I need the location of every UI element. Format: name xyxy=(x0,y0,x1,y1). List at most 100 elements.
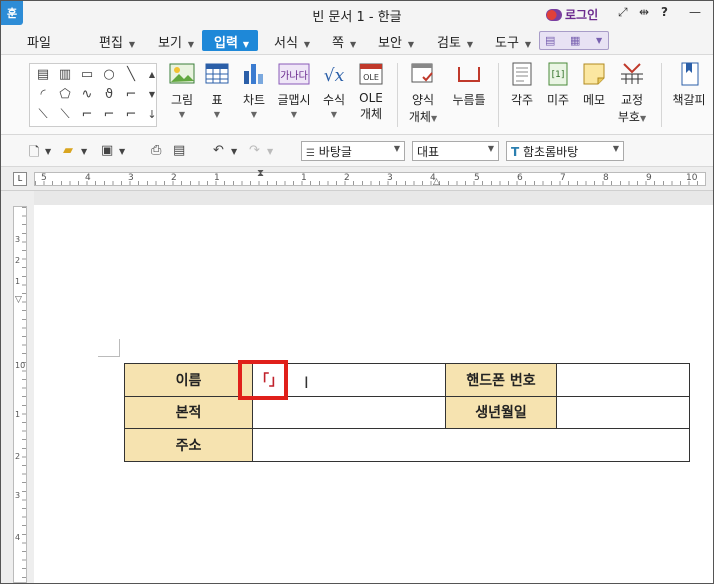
connector-elbow3-icon[interactable]: ⌐ xyxy=(122,108,140,122)
table-cell-phone-value[interactable] xyxy=(556,363,690,397)
insert-press-frame-button[interactable]: 누름틀 xyxy=(449,61,489,108)
polygon-icon[interactable]: ⬠ xyxy=(56,88,74,102)
truetype-font-icon: T xyxy=(511,145,520,159)
insert-endnote-button[interactable]: [1] 미주 xyxy=(543,61,573,108)
barcode-icon[interactable]: ▥ xyxy=(56,68,74,82)
new-document-icon[interactable]: 🗋 xyxy=(29,143,39,165)
undo-icon[interactable]: ↶ xyxy=(213,143,224,158)
text-box-icon[interactable]: ▤ xyxy=(34,68,52,82)
menu-review[interactable]: 검토 ▼ xyxy=(437,32,473,51)
login-button[interactable]: 로그인 xyxy=(546,6,598,23)
insert-memo-button[interactable]: 메모 xyxy=(579,61,609,108)
insert-footnote-button[interactable]: 각주 xyxy=(507,61,537,108)
vertical-ruler[interactable]: 3 2 1 ▽ 10 1 2 3 4 xyxy=(13,206,27,583)
chevron-down-icon[interactable]: ▼ xyxy=(267,147,273,156)
insert-equation-button[interactable]: √x 수식 ▼ xyxy=(319,61,349,119)
table-cell-address-value[interactable] xyxy=(252,428,690,462)
font-select[interactable]: T 함초롬바탕 ▼ xyxy=(506,141,624,161)
style-select[interactable]: ☰ 바탕글 ▼ xyxy=(301,141,405,161)
ruler-corner-icon[interactable]: L xyxy=(13,172,27,186)
title-bar: 훈 빈 문서 1 - 한글 로그인 ⤢ ⇹ ? — xyxy=(1,1,713,27)
ruler-number: 9 xyxy=(646,173,652,183)
table-row: 본적 생년월일 xyxy=(124,395,690,429)
table-cell-domicile-label[interactable]: 본적 xyxy=(124,395,253,429)
language-select[interactable]: 대표 ▼ xyxy=(412,141,499,161)
insert-table-button[interactable]: 표 ▼ xyxy=(202,61,232,119)
line-icon[interactable]: ╲ xyxy=(122,68,140,82)
ellipse-icon[interactable]: ○ xyxy=(100,68,118,82)
table-cell-birthdate-value[interactable] xyxy=(556,395,690,429)
right-indent-icon[interactable]: △ xyxy=(433,177,440,187)
ruler-number: 3 xyxy=(128,173,134,183)
ribbon-separator xyxy=(397,63,398,127)
scroll-up-icon[interactable]: ▲ xyxy=(143,68,161,82)
chevron-down-icon[interactable]: ▼ xyxy=(81,147,87,156)
grid-icon: ▦ xyxy=(570,34,581,47)
indent-marker-icon[interactable]: ⧗ xyxy=(257,168,264,179)
quick-style-toggle[interactable]: ▤ ▦ ▼ xyxy=(539,31,609,50)
ruler-number: 7 xyxy=(560,173,566,183)
form-object-icon xyxy=(409,61,437,87)
chevron-down-icon[interactable]: ▼ xyxy=(231,147,237,156)
chevron-down-icon: ▼ xyxy=(596,36,603,45)
insert-form-object-button[interactable]: 양식 개체▼ xyxy=(407,61,439,125)
insert-wordart-button[interactable]: 가나다 글맵시 ▼ xyxy=(276,61,312,119)
print-icon[interactable]: ⎙ xyxy=(151,143,161,158)
menu-tools[interactable]: 도구 ▼ xyxy=(495,32,531,51)
freeform-icon[interactable]: ϑ xyxy=(100,88,118,102)
menu-security[interactable]: 보안 ▼ xyxy=(378,32,414,51)
redo-icon[interactable]: ↷ xyxy=(249,143,260,158)
menu-format[interactable]: 서식 ▼ xyxy=(274,32,310,51)
chevron-down-icon[interactable]: ▼ xyxy=(119,147,125,156)
table-cell-domicile-value[interactable] xyxy=(252,395,446,429)
chevron-down-icon: ▼ xyxy=(213,110,221,119)
ruler-number: 6 xyxy=(517,173,523,183)
shape-gallery[interactable]: ▤ ▥ ▭ ○ ╲ ◜ ⬠ ∿ ϑ ⌐ ⟍ ⟍ ⌐ ⌐ ⌐ ▲ ▼ ↓ xyxy=(29,63,157,127)
insert-chart-button[interactable]: 차트 ▼ xyxy=(239,61,269,119)
rectangle-icon[interactable]: ▭ xyxy=(78,68,96,82)
table-cell-name-label[interactable]: 이름 xyxy=(124,363,253,397)
arc-icon[interactable]: ◜ xyxy=(34,88,52,102)
bookmark-icon xyxy=(675,61,703,87)
insert-ole-button[interactable]: OLE OLE 개체 xyxy=(356,61,386,122)
menu-file[interactable]: 파일 xyxy=(27,32,51,51)
svg-text:[1]: [1] xyxy=(552,70,565,80)
ruler-number: 1 xyxy=(214,173,220,183)
menu-page[interactable]: 쪽 ▼ xyxy=(332,32,356,51)
curve-icon[interactable]: ∿ xyxy=(78,88,96,102)
table-cell-birthdate-label[interactable]: 생년월일 xyxy=(445,395,557,429)
connector-elbow-icon[interactable]: ⌐ xyxy=(78,108,96,122)
expand-icon[interactable]: ⤢ xyxy=(618,5,628,20)
minimize-icon[interactable]: — xyxy=(689,5,701,19)
chevron-down-icon: ▼ xyxy=(407,40,415,49)
menu-insert[interactable]: 입력 ▼ xyxy=(202,30,258,51)
table-cell-address-label[interactable]: 주소 xyxy=(124,428,253,462)
connector-straight-icon[interactable]: ⟍ xyxy=(34,108,52,122)
ruler-number: 3 xyxy=(15,235,21,244)
chevron-down-icon[interactable]: ▼ xyxy=(45,147,51,156)
insert-proofread-button[interactable]: 교정 부호▼ xyxy=(615,61,649,125)
open-folder-icon[interactable]: ▰ xyxy=(63,143,73,158)
connector-icon[interactable]: ⌐ xyxy=(122,88,140,102)
connector-elbow2-icon[interactable]: ⌐ xyxy=(100,108,118,122)
split-icon[interactable]: ⇹ xyxy=(639,5,649,19)
insert-bookmark-button[interactable]: 책갈피 xyxy=(669,61,709,108)
table-cell-phone-label[interactable]: 핸드폰 번호 xyxy=(445,363,557,397)
ruler-number: 1 xyxy=(15,410,21,419)
memo-icon xyxy=(580,61,608,87)
insert-picture-button[interactable]: 그림 ▼ xyxy=(167,61,197,119)
connector-arrow-icon[interactable]: ⟍ xyxy=(56,108,74,122)
preview-icon[interactable]: ▤ xyxy=(173,143,185,158)
menu-edit[interactable]: 편집 ▼ xyxy=(99,32,135,51)
help-icon[interactable]: ? xyxy=(661,5,668,19)
scroll-down-icon[interactable]: ▼ xyxy=(143,88,161,102)
chevron-down-icon: ▼ xyxy=(178,110,186,119)
ruler-number: 8 xyxy=(603,173,609,183)
save-icon[interactable]: ▣ xyxy=(101,143,113,158)
more-shapes-icon[interactable]: ↓ xyxy=(143,108,161,122)
press-frame-marker[interactable]: 「」 xyxy=(255,370,283,390)
top-margin-icon[interactable]: ▽ xyxy=(15,295,22,305)
horizontal-ruler[interactable]: 5 4 3 2 1 1 2 3 4 5 6 7 8 9 10 ⧗ △ xyxy=(34,168,706,187)
ruler-number: 5 xyxy=(41,173,47,183)
menu-view[interactable]: 보기 ▼ xyxy=(158,32,194,51)
